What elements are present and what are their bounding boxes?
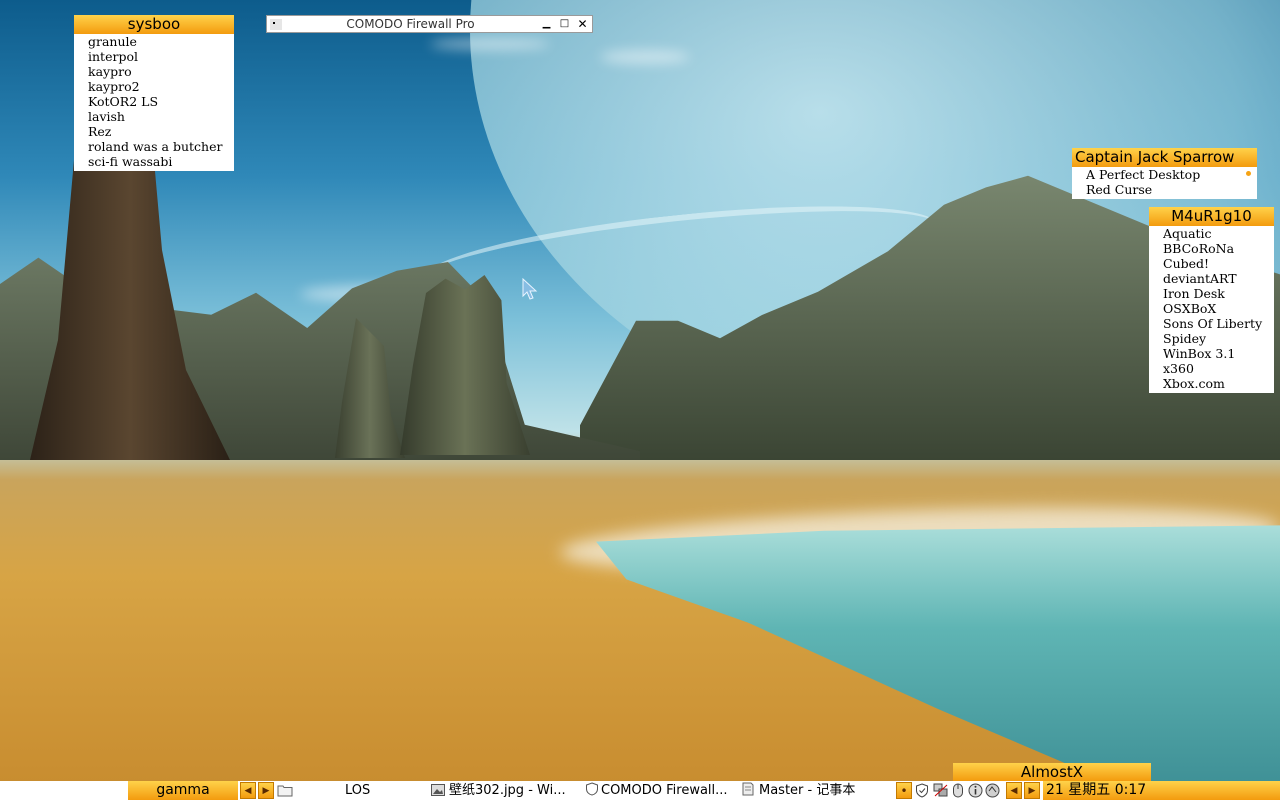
widget-title: M4uR1g10 xyxy=(1149,207,1274,226)
almostx-label[interactable]: AlmostX xyxy=(953,763,1151,781)
list-item[interactable]: deviantART xyxy=(1163,271,1274,286)
widget-title: Captain Jack Sparrow xyxy=(1072,148,1257,167)
list-item[interactable]: Red Curse xyxy=(1086,182,1257,197)
window-title: COMODO Firewall Pro xyxy=(346,17,475,31)
captain-jack-sparrow-widget: Captain Jack Sparrow A Perfect Desktop R… xyxy=(1072,148,1257,199)
taskbar-item-los[interactable]: LOS xyxy=(345,781,415,800)
list-item[interactable]: kaypro xyxy=(88,64,234,79)
list-item[interactable]: KotOR2 LS xyxy=(88,94,234,109)
taskbar-item-label: 壁纸302.jpg - Wi... xyxy=(449,783,566,798)
taskbar-item-label: Master - 记事本 xyxy=(759,783,856,798)
list-item[interactable]: BBCoRoNa xyxy=(1163,241,1274,256)
mouse-cursor-icon xyxy=(522,278,538,300)
list-item[interactable]: kaypro2 xyxy=(88,79,234,94)
clock[interactable]: 21 星期五 0:17 xyxy=(1043,781,1280,800)
list-item[interactable]: WinBox 3.1 xyxy=(1163,346,1274,361)
workspace-label[interactable]: gamma xyxy=(128,781,238,800)
taskbar-item-label: LOS xyxy=(345,783,371,798)
m4ur1g10-list-widget: M4uR1g10 Aquatic BBCoRoNa Cubed! deviant… xyxy=(1149,207,1274,393)
list-item[interactable]: roland was a butcher xyxy=(88,139,234,154)
list-item[interactable]: Cubed! xyxy=(1163,256,1274,271)
list-item[interactable]: Sons Of Liberty xyxy=(1163,316,1274,331)
shield-icon xyxy=(586,782,598,796)
taskbar-item-notepad[interactable]: Master - 记事本 xyxy=(741,781,891,800)
next-workspace-button[interactable]: ▶ xyxy=(258,782,274,799)
wallpaper-cloud xyxy=(600,50,690,64)
list-item[interactable]: interpol xyxy=(88,49,234,64)
widget-list: Aquatic BBCoRoNa Cubed! deviantART Iron … xyxy=(1149,226,1274,393)
widget-title: sysboo xyxy=(74,15,234,34)
info-tray-icon[interactable] xyxy=(968,783,983,798)
list-item[interactable]: Aquatic xyxy=(1163,226,1274,241)
folder-icon[interactable] xyxy=(277,784,293,797)
widget-list: granule interpol kaypro kaypro2 KotOR2 L… xyxy=(74,34,234,171)
list-item[interactable]: OSXBoX xyxy=(1163,301,1274,316)
taskbar-item-image-viewer[interactable]: 壁纸302.jpg - Wi... xyxy=(431,781,581,800)
sysboo-list-widget: sysboo granule interpol kaypro kaypro2 K… xyxy=(74,15,234,171)
image-viewer-icon xyxy=(431,784,445,796)
app-tray-icon[interactable] xyxy=(985,783,1000,798)
tray-expand-button[interactable]: • xyxy=(896,782,912,799)
minimize-button[interactable]: ▁ xyxy=(539,17,554,31)
maximize-button[interactable]: □ xyxy=(557,17,572,31)
taskbar: gamma ◀ ▶ LOS 壁纸302.jpg - Wi... COMODO F… xyxy=(0,781,1280,800)
tray-next-button[interactable]: ▶ xyxy=(1024,782,1040,799)
list-item[interactable]: Spidey xyxy=(1163,331,1274,346)
list-item[interactable]: Xbox.com xyxy=(1163,376,1274,391)
list-item[interactable]: sci-fi wassabi xyxy=(88,154,234,169)
list-item[interactable]: lavish xyxy=(88,109,234,124)
list-item[interactable]: x360 xyxy=(1163,361,1274,376)
comodo-firewall-window[interactable]: COMODO Firewall Pro ▁ □ ✕ xyxy=(266,15,593,33)
list-item[interactable]: Rez xyxy=(88,124,234,139)
wallpaper-lagoon xyxy=(596,525,1280,790)
taskbar-item-label: COMODO Firewall... xyxy=(601,783,728,798)
notepad-icon xyxy=(742,782,754,796)
taskbar-item-comodo[interactable]: COMODO Firewall... xyxy=(585,781,737,800)
previous-workspace-button[interactable]: ◀ xyxy=(240,782,256,799)
status-dot-icon xyxy=(1246,171,1251,176)
list-item[interactable]: A Perfect Desktop xyxy=(1086,167,1257,182)
shield-tray-icon[interactable] xyxy=(915,783,929,798)
window-menu-icon[interactable] xyxy=(270,19,282,30)
wallpaper-cloud xyxy=(430,38,550,50)
tray-prev-button[interactable]: ◀ xyxy=(1006,782,1022,799)
list-item[interactable]: Iron Desk xyxy=(1163,286,1274,301)
widget-list: A Perfect Desktop Red Curse xyxy=(1072,167,1257,199)
network-tray-icon[interactable] xyxy=(933,783,949,798)
list-item[interactable]: granule xyxy=(88,34,234,49)
close-button[interactable]: ✕ xyxy=(575,17,590,31)
mouse-tray-icon[interactable] xyxy=(952,783,964,798)
